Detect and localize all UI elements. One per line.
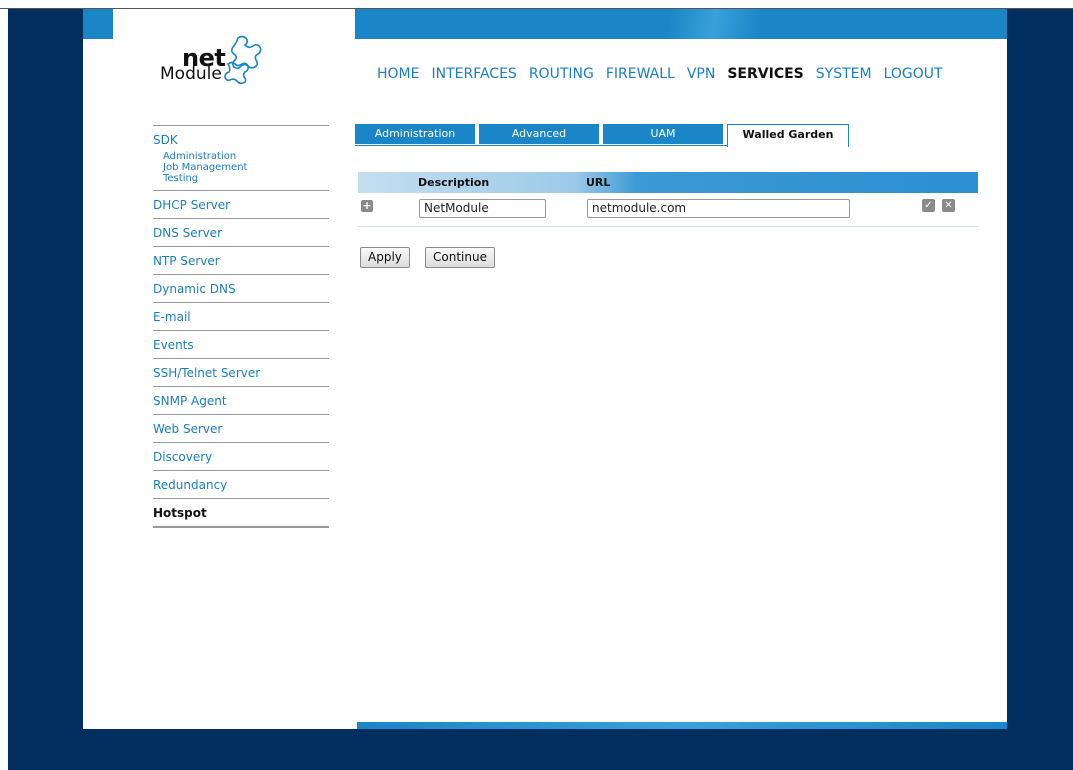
tab-walled-garden[interactable]: Walled Garden xyxy=(727,124,849,147)
url-input[interactable]: netmodule.com xyxy=(587,199,850,218)
sidebar-item-sdk-label[interactable]: SDK xyxy=(153,133,329,147)
table-header: Description URL xyxy=(358,172,978,193)
tab-underline xyxy=(355,145,727,146)
sidebar-sub-testing[interactable]: Testing xyxy=(153,173,329,184)
nav-home[interactable]: HOME xyxy=(377,66,419,82)
sidebar-item-redundancy[interactable]: Redundancy xyxy=(153,470,329,498)
header-stripe-left xyxy=(83,9,113,39)
tab-administration[interactable]: Administration xyxy=(355,124,475,144)
description-input[interactable]: NetModule xyxy=(419,199,546,218)
tab-uam[interactable]: UAM xyxy=(603,124,723,144)
window-frame-top xyxy=(0,0,1073,9)
sidebar-item-web-server[interactable]: Web Server xyxy=(153,414,329,442)
nav-interfaces[interactable]: INTERFACES xyxy=(431,66,516,82)
main-navigation: HOME INTERFACES ROUTING FIREWALL VPN SER… xyxy=(377,66,955,82)
puzzle-icon xyxy=(224,35,262,84)
sidebar-item-sdk: SDK Administration Job Management Testin… xyxy=(153,125,329,190)
nav-firewall[interactable]: FIREWALL xyxy=(606,66,675,82)
sidebar-item-ssh-telnet-server[interactable]: SSH/Telnet Server xyxy=(153,358,329,386)
sidebar-item-dns-server[interactable]: DNS Server xyxy=(153,218,329,246)
logo-module-text: Module xyxy=(160,64,222,84)
tab-advanced[interactable]: Advanced xyxy=(479,124,599,144)
sidebar-divider xyxy=(153,526,329,528)
table-row: + NetModule netmodule.com ✓ ✕ xyxy=(358,194,978,227)
sidebar-sub-job-management[interactable]: Job Management xyxy=(153,162,329,173)
header-band xyxy=(355,9,1007,39)
check-icon[interactable]: ✓ xyxy=(922,199,935,212)
sidebar-menu: SDK Administration Job Management Testin… xyxy=(153,125,329,528)
footer-band xyxy=(357,722,1007,729)
sidebar-item-dynamic-dns[interactable]: Dynamic DNS xyxy=(153,274,329,302)
sidebar-item-events[interactable]: Events xyxy=(153,330,329,358)
column-header-url: URL xyxy=(586,176,611,189)
nav-vpn[interactable]: VPN xyxy=(687,66,716,82)
close-icon[interactable]: ✕ xyxy=(942,199,955,212)
sidebar-item-ntp-server[interactable]: NTP Server xyxy=(153,246,329,274)
apply-button[interactable]: Apply xyxy=(360,247,410,268)
sidebar-item-dhcp-server[interactable]: DHCP Server xyxy=(153,190,329,218)
netmodule-logo[interactable]: net Module xyxy=(160,30,280,90)
plus-icon[interactable]: + xyxy=(361,200,373,212)
nav-services[interactable]: SERVICES xyxy=(727,66,803,82)
sidebar-item-hotspot[interactable]: Hotspot xyxy=(153,498,329,526)
sidebar-sub-administration[interactable]: Administration xyxy=(153,151,329,162)
nav-system[interactable]: SYSTEM xyxy=(816,66,872,82)
nav-routing[interactable]: ROUTING xyxy=(529,66,594,82)
sidebar-item-snmp-agent[interactable]: SNMP Agent xyxy=(153,386,329,414)
tab-bar: Administration Advanced UAM Walled Garde… xyxy=(355,124,853,147)
sidebar-item-discovery[interactable]: Discovery xyxy=(153,442,329,470)
column-header-description: Description xyxy=(418,176,490,189)
continue-button[interactable]: Continue xyxy=(425,247,495,268)
sidebar-item-email[interactable]: E-mail xyxy=(153,302,329,330)
nav-logout[interactable]: LOGOUT xyxy=(884,66,943,82)
